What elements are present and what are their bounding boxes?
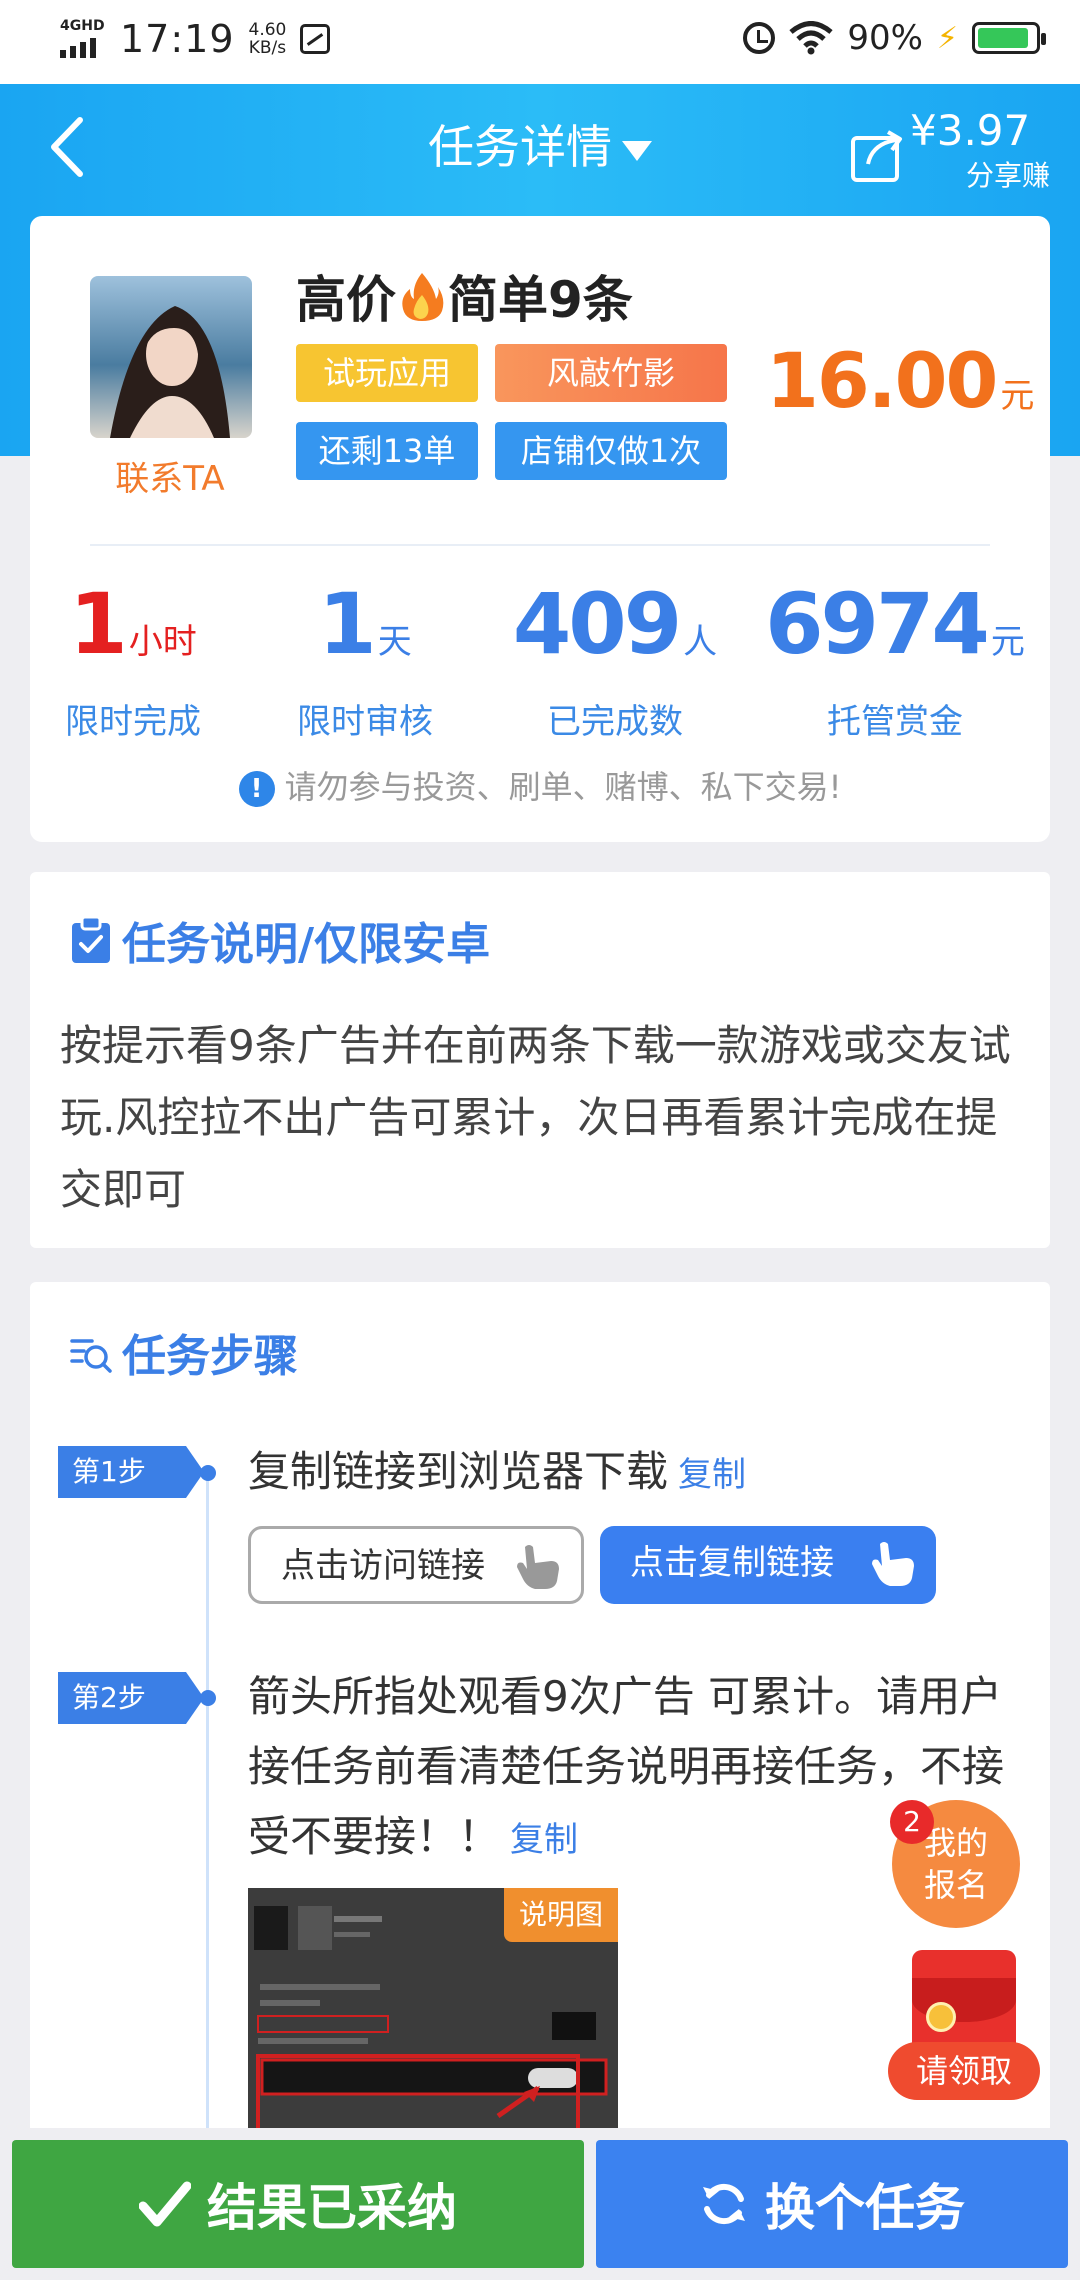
steps-title: 任务步骤 [70, 1320, 298, 1384]
tag-limit: 店铺仅做1次 [495, 422, 727, 480]
task-title-part1: 高价 [296, 271, 396, 329]
price-value: 16.00 [766, 336, 998, 425]
coin-icon [926, 2002, 956, 2032]
stat-value: 1 [69, 575, 127, 673]
switch-task-button[interactable]: 换个任务 [596, 2140, 1068, 2268]
stat-unit: 天 [377, 622, 412, 662]
wifi-icon [789, 21, 833, 55]
price-unit: 元 [1000, 376, 1035, 416]
share-icon [851, 130, 902, 182]
my-signup-button[interactable]: 2 我的 报名 [890, 1800, 1020, 1928]
claim-label: 请领取 [888, 2042, 1040, 2100]
task-summary-card: 联系TA 高价 简单9条 试玩应用 风敲竹影 还剩13单 店铺仅做1次 16.0… [30, 216, 1050, 842]
task-title: 高价 简单9条 [296, 260, 633, 332]
search-list-icon [70, 1339, 112, 1373]
copy-link-label: 点击复制链接 [630, 1543, 834, 1583]
signup-count-badge: 2 [890, 1800, 934, 1844]
share-earn-button[interactable]: ¥3.97 分享赚 [850, 106, 1050, 192]
divider [90, 544, 990, 546]
tag-publisher: 风敲竹影 [495, 344, 727, 402]
stat-unit: 元 [990, 622, 1025, 662]
my-signup-line2: 报名 [923, 1866, 988, 1904]
stat-caption: 已完成数 [547, 702, 683, 742]
dropdown-triangle-icon [622, 140, 652, 161]
red-envelope-button[interactable]: 请领取 [888, 1950, 1040, 2100]
checkmark-icon [139, 2181, 191, 2227]
battery-icon [972, 22, 1046, 54]
description-title: 任务说明/仅限安卓 [70, 908, 490, 972]
cellular-signal-icon: 4GHD [58, 14, 108, 64]
step-text-content: 箭头所指处观看9次广告 可累计。请用户接任务前看清楚任务说明再接任务，不接受不要… [248, 1672, 1005, 1861]
clipboard-check-icon [72, 915, 110, 963]
contact-button[interactable]: 联系TA [70, 451, 270, 500]
share-label: 分享赚 [965, 159, 1050, 192]
tag-remaining: 还剩13单 [296, 422, 478, 480]
image-tag: 说明图 [504, 1888, 618, 1942]
pointer-hand-icon [517, 1545, 559, 1589]
stat-completed: 409 人 已完成数 [500, 576, 730, 743]
fire-icon [402, 273, 444, 321]
visit-link-label: 点击访问链接 [281, 1546, 485, 1586]
bottom-action-bar: 结果已采纳 换个任务 [0, 2128, 1080, 2280]
avatar[interactable] [90, 276, 252, 438]
stat-review-limit: 1天 限时审核 [280, 576, 450, 743]
visit-link-button[interactable]: 点击访问链接 [248, 1526, 584, 1604]
step-dot [200, 1690, 216, 1706]
result-accepted-label: 结果已采纳 [207, 2179, 457, 2237]
clock: 17:19 [120, 17, 235, 61]
network-speed: 4.60 KB/s [249, 21, 287, 57]
speed-unit: KB/s [248, 38, 287, 58]
share-amount: ¥3.97 [910, 106, 1031, 155]
task-price: 16.00 元 [766, 336, 1034, 425]
step-badge: 第2步 [58, 1672, 204, 1724]
switch-task-label: 换个任务 [765, 2179, 965, 2237]
exclamation-icon: ! [238, 771, 275, 807]
stat-value: 409 [512, 575, 682, 673]
copy-button[interactable]: 复制 [678, 1455, 746, 1495]
steps-title-text: 任务步骤 [122, 1331, 298, 1382]
warning-notice: ! 请勿参与投资、刷单、赌博、私下交易! [30, 762, 1050, 808]
page-title-text: 任务详情 [428, 120, 612, 174]
alarm-icon [743, 22, 776, 54]
charging-icon: ⚡ [936, 20, 958, 56]
task-title-part2: 简单9条 [448, 271, 633, 329]
copy-link-button[interactable]: 点击复制链接 [600, 1526, 936, 1604]
stat-value: 1 [318, 575, 376, 673]
step-text-content: 复制链接到浏览器下载 [248, 1447, 669, 1496]
result-accepted-button[interactable]: 结果已采纳 [12, 2140, 584, 2268]
stat-value: 6974 [765, 575, 990, 673]
stat-unit: 人 [683, 622, 718, 662]
pointer-hand-icon [872, 1542, 914, 1586]
description-title-text: 任务说明/仅限安卓 [122, 919, 491, 970]
step-dot [200, 1465, 216, 1481]
stat-caption: 限时审核 [297, 702, 433, 742]
refresh-icon [703, 2183, 745, 2225]
warning-text: 请勿参与投资、刷单、赌博、私下交易! [284, 768, 842, 806]
description-text: 按提示看9条广告并在前两条下载一款游戏或交友试玩.风控拉不出广告可累计，次日再看… [60, 1021, 1011, 1214]
step-text: 复制链接到浏览器下载 复制 [248, 1437, 1010, 1510]
stat-caption: 限时完成 [65, 702, 201, 742]
stat-time-limit: 1 小时 限时完成 [48, 576, 218, 743]
task-description-card: 任务说明/仅限安卓 按提示看9条广告并在前两条下载一款游戏或交友试玩.风控拉不出… [30, 872, 1050, 1248]
speed-value: 4.60 [248, 20, 287, 40]
battery-percent: 90% [847, 18, 923, 58]
status-bar: 4GHD 17:19 4.60 KB/s 90% ⚡ [0, 0, 1080, 84]
stat-unit: 小时 [128, 622, 197, 662]
stat-caption: 托管赏金 [827, 702, 963, 742]
step-badge: 第1步 [58, 1446, 204, 1498]
stat-escrow: 6974 元 托管赏金 [765, 576, 1025, 743]
notification-icon [300, 24, 331, 54]
network-type: 4GHD [60, 18, 105, 34]
copy-button[interactable]: 复制 [510, 1820, 578, 1860]
tag-category: 试玩应用 [296, 344, 478, 402]
